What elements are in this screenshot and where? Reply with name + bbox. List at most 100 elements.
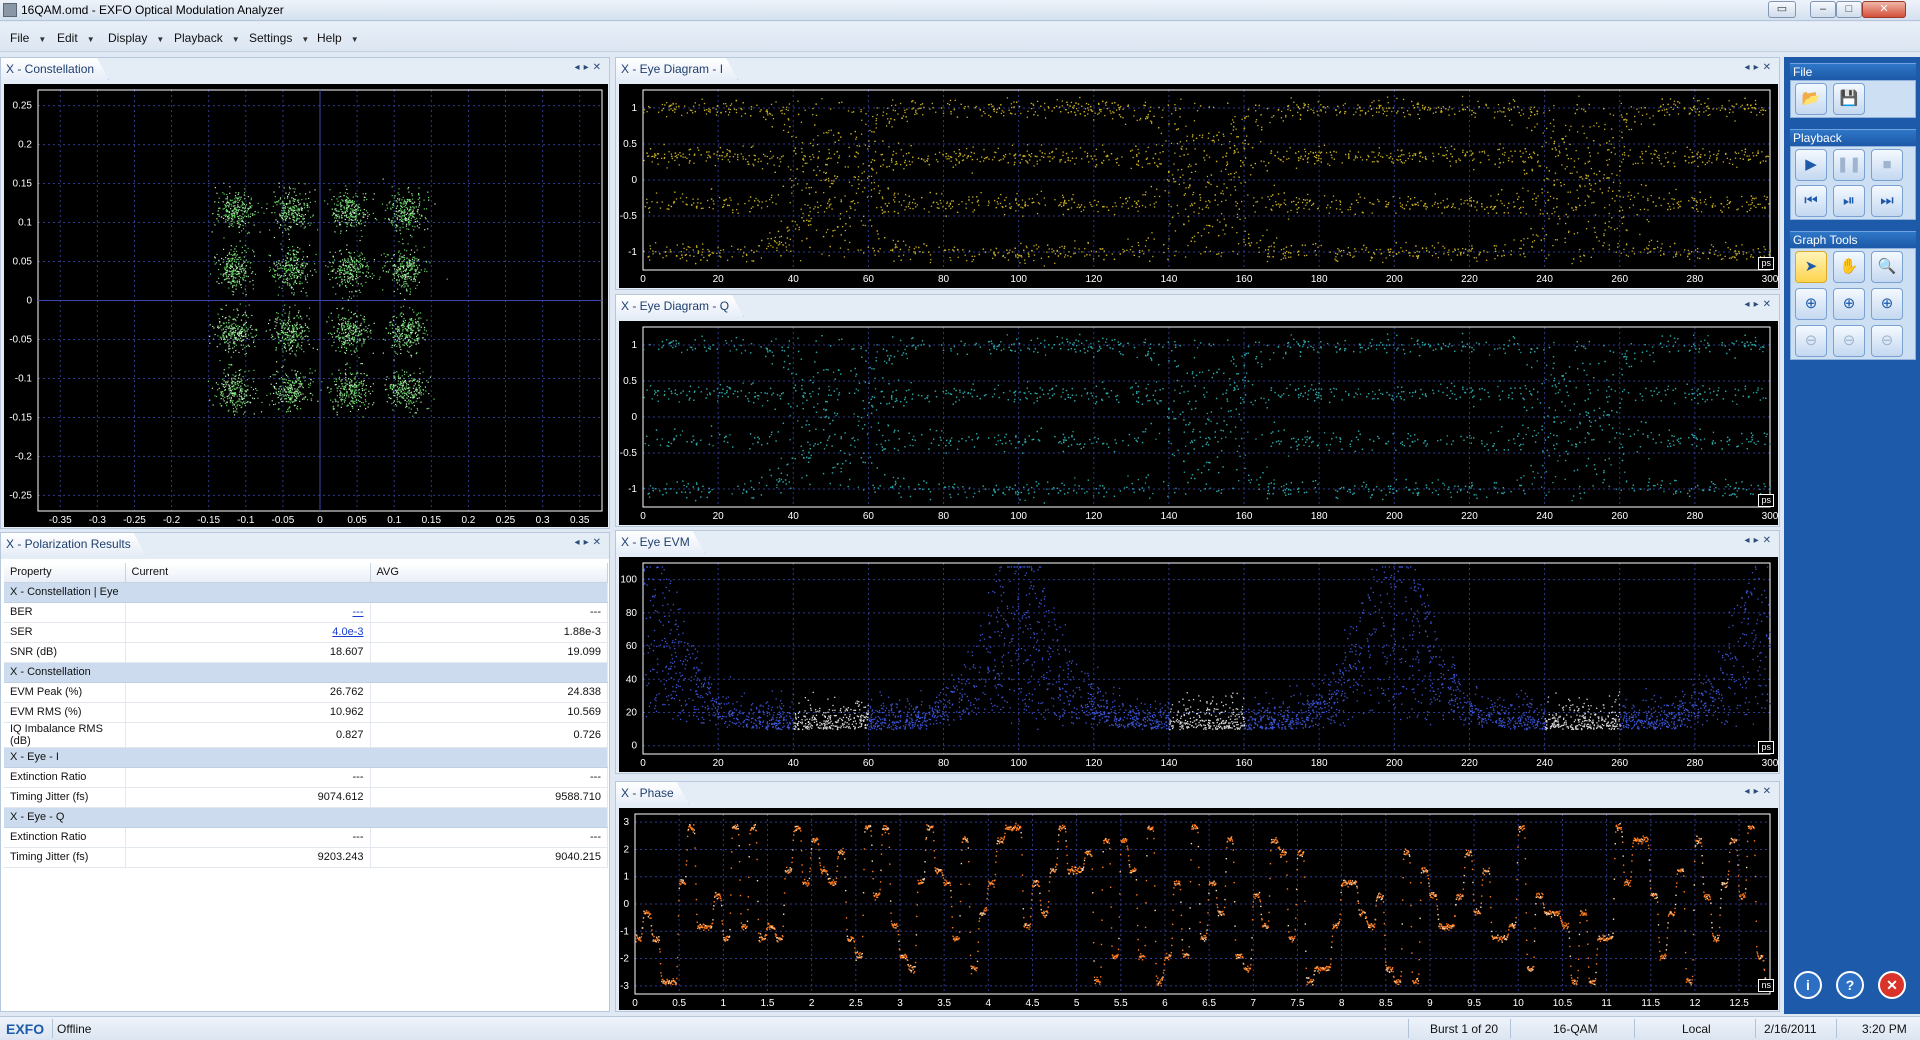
eye-point bbox=[1207, 137, 1209, 139]
constellation-point bbox=[241, 397, 243, 399]
menu-help[interactable]: Help ▼ bbox=[317, 31, 359, 45]
eye-point bbox=[1140, 117, 1142, 120]
eye-point bbox=[855, 156, 857, 158]
maximize-button[interactable]: □ bbox=[1836, 1, 1862, 18]
eye-point bbox=[881, 196, 884, 198]
eye-point bbox=[1225, 225, 1227, 227]
constellation-point bbox=[358, 340, 360, 342]
constellation-point bbox=[412, 263, 414, 265]
column-header-property[interactable]: Property bbox=[4, 563, 126, 583]
table-row[interactable]: BER --- --- bbox=[4, 602, 608, 623]
scroll-right-icon[interactable]: ▸ bbox=[584, 62, 593, 73]
close-icon[interactable]: ✕ bbox=[1763, 62, 1775, 73]
table-row[interactable]: EVM RMS (%) 10.962 10.569 bbox=[4, 702, 608, 723]
constellation-point bbox=[415, 276, 417, 278]
constellation-point bbox=[414, 279, 416, 281]
constellation-point bbox=[239, 224, 242, 226]
constellation-point bbox=[222, 398, 224, 400]
constellation-point bbox=[234, 253, 236, 255]
constellation-point bbox=[356, 338, 358, 340]
constellation-point bbox=[289, 200, 291, 202]
constellation-point bbox=[411, 202, 413, 204]
constellation-point bbox=[406, 394, 408, 396]
table-row[interactable]: IQ Imbalance RMS (dB) 0.827 0.726 bbox=[4, 722, 608, 748]
eye-point bbox=[796, 224, 798, 226]
constellation-point bbox=[335, 400, 337, 403]
menu-edit[interactable]: Edit ▼ bbox=[57, 31, 95, 45]
table-group-row[interactable]: X - Eye - I bbox=[4, 747, 608, 768]
constellation-point bbox=[292, 200, 294, 202]
eye-point bbox=[720, 256, 722, 258]
scroll-right-icon[interactable]: ▸ bbox=[584, 537, 593, 548]
scroll-right-icon[interactable]: ▸ bbox=[1754, 62, 1763, 73]
constellation-point bbox=[281, 248, 283, 250]
constellation-point bbox=[293, 267, 296, 269]
constellation-point bbox=[222, 328, 225, 330]
menu-playback[interactable]: Playback ▼ bbox=[174, 31, 240, 45]
column-header-current[interactable]: Current bbox=[125, 563, 371, 583]
table-row[interactable]: Timing Jitter (fs) 9203.243 9040.215 bbox=[4, 847, 608, 868]
constellation-point bbox=[272, 276, 274, 278]
table-group-row[interactable]: X - Constellation | Eye bbox=[4, 582, 608, 603]
table-group-row[interactable]: X - Constellation bbox=[4, 662, 608, 683]
constellation-point bbox=[231, 214, 233, 217]
constellation-point bbox=[295, 381, 297, 383]
constellation-point bbox=[333, 332, 336, 334]
tab-eye-diagram-i[interactable]: X - Eye Diagram - I bbox=[616, 58, 738, 80]
constellation-plot[interactable]: -0.35 -0.3 -0.25 -0.2 -0.15 -0.1 -0.05 0 0.05 0.1… bbox=[4, 84, 608, 527]
constellation-point bbox=[240, 381, 242, 383]
constellation-point bbox=[271, 400, 273, 402]
close-icon[interactable]: ✕ bbox=[593, 62, 605, 73]
restore-small-button[interactable]: ▭ bbox=[1768, 1, 1796, 18]
eye-point bbox=[651, 201, 653, 203]
constellation-point bbox=[310, 222, 312, 224]
menu-file[interactable]: File ▼ bbox=[10, 31, 46, 45]
constellation-point bbox=[397, 328, 399, 331]
constellation-point bbox=[337, 316, 339, 318]
constellation-point bbox=[348, 338, 350, 340]
eye-point bbox=[1111, 118, 1114, 120]
tab-polarization-results[interactable]: X - Polarization Results bbox=[1, 533, 146, 555]
eye-point bbox=[1529, 108, 1532, 111]
constellation-point bbox=[406, 283, 408, 285]
eye-point bbox=[1610, 143, 1612, 145]
constellation-point bbox=[242, 292, 244, 294]
close-icon[interactable]: ✕ bbox=[593, 537, 605, 548]
menu-display[interactable]: Display ▼ bbox=[108, 31, 164, 45]
scroll-left-icon[interactable]: ◂ bbox=[575, 62, 584, 73]
table-row[interactable]: SER 4.0e-3 1.88e-3 bbox=[4, 622, 608, 643]
menu-settings[interactable]: Settings ▼ bbox=[249, 31, 309, 45]
minimize-button[interactable]: – bbox=[1810, 1, 1836, 18]
constellation-point bbox=[228, 214, 230, 216]
table-row[interactable]: SNR (dB) 18.607 19.099 bbox=[4, 642, 608, 663]
table-row[interactable]: EVM Peak (%) 26.762 24.838 bbox=[4, 682, 608, 703]
current-value-link[interactable]: --- bbox=[125, 602, 371, 623]
constellation-point bbox=[234, 341, 236, 343]
constellation-point bbox=[249, 202, 251, 205]
current-value-link[interactable]: 4.0e-3 bbox=[125, 622, 371, 643]
constellation-point bbox=[410, 354, 412, 356]
table-group-row[interactable]: X - Eye - Q bbox=[4, 807, 608, 828]
column-header-avg[interactable]: AVG bbox=[370, 563, 608, 583]
constellation-point bbox=[277, 396, 279, 399]
constellation-point bbox=[283, 209, 285, 211]
eye-diagram-i-plot[interactable]: 0 20 40 60 80 100 120 140 160 180 200 220 240 260 280 3… bbox=[619, 84, 1778, 288]
constellation-point bbox=[396, 218, 398, 220]
constellation-point bbox=[393, 336, 395, 339]
tab-constellation[interactable]: X - Constellation bbox=[1, 58, 109, 80]
constellation-point bbox=[234, 392, 236, 394]
scroll-left-icon[interactable]: ◂ bbox=[575, 537, 584, 548]
constellation-point bbox=[358, 214, 360, 216]
constellation-point bbox=[305, 292, 307, 294]
eye-point bbox=[844, 239, 846, 242]
constellation-point bbox=[412, 320, 414, 322]
table-row[interactable]: Timing Jitter (fs) 9074.612 9588.710 bbox=[4, 787, 608, 808]
scroll-left-icon[interactable]: ◂ bbox=[1745, 62, 1754, 73]
constellation-point bbox=[405, 203, 407, 205]
table-row[interactable]: Extinction Ratio --- --- bbox=[4, 827, 608, 848]
constellation-point bbox=[301, 341, 303, 344]
constellation-point bbox=[408, 191, 410, 193]
close-window-button[interactable]: ✕ bbox=[1862, 1, 1906, 18]
table-row[interactable]: Extinction Ratio --- --- bbox=[4, 767, 608, 788]
constellation-point bbox=[300, 372, 302, 374]
